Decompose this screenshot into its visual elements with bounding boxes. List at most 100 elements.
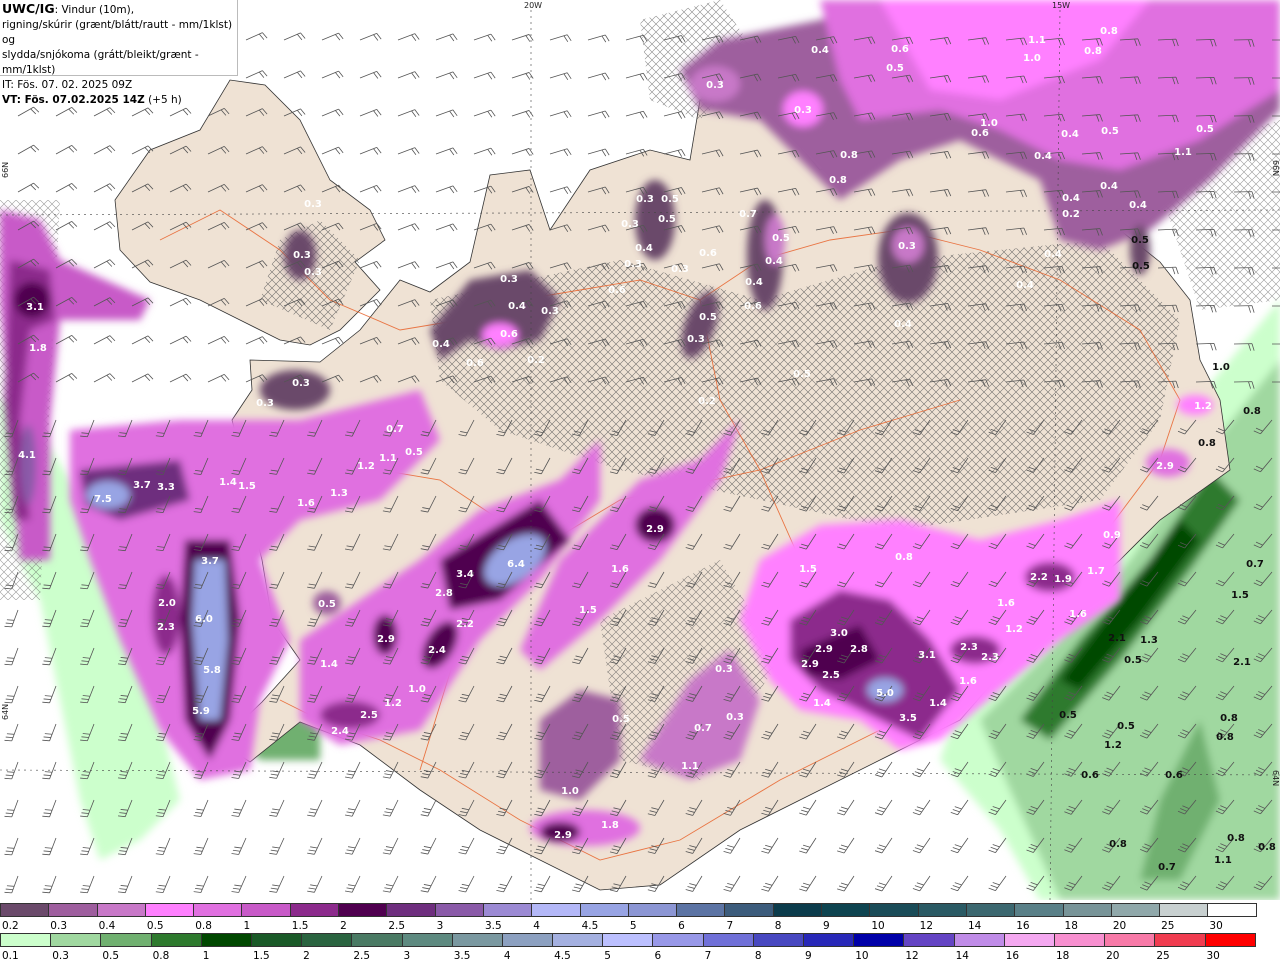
legend-label: 6 [678,920,685,932]
legend-label: 2.5 [388,920,406,932]
legend-label: 3.5 [453,950,471,962]
init-time: IT: Fös. 07. 02. 2025 09Z [2,79,133,91]
precip-value-label: 1.6 [611,564,629,575]
legend-swatch: 5 [602,933,654,962]
lat-label-66n-left: 66N [1,162,10,178]
legend-label: 0.8 [195,920,212,932]
precip-value-label: 0.4 [745,277,763,288]
precip-value-label: 1.0 [1023,53,1041,64]
legend-snow-row: 0.2 0.3 0.4 0.5 0.8 1 1.5 2 2.5 3 3.5 4 4.5 5 6 7 8 9 10 12… [0,903,1280,932]
legend-label: 5 [604,950,611,962]
legend-swatch: 3.5 [451,933,503,962]
precip-value-label: 0.3 [256,398,274,409]
precip-value-label: 3.1 [918,650,936,661]
precip-value-label: 0.3 [636,194,654,205]
precip-value-label: 0.8 [840,150,858,161]
precip-value-label: 0.4 [1061,129,1079,140]
precip-value-label: 7.5 [94,494,112,505]
precip-value-label: 2.9 [801,659,819,670]
precip-value-label: 0.3 [671,264,689,275]
legend-swatch: 4.5 [579,903,629,932]
legend-swatch: 0.5 [100,933,152,962]
precip-value-label: 1.2 [1104,740,1122,751]
legend-label: 8 [774,920,782,932]
precip-value-label: 2.9 [554,830,572,841]
legend-label: 3.5 [484,920,502,932]
valid-offset: (+5 h) [144,94,182,106]
legend-label: 12 [905,950,919,962]
precip-value-label: 0.3 [726,712,744,723]
precip-value-label: 0.3 [621,219,639,230]
valid-time: VT: Fös. 07.02.2025 14Z [2,94,145,106]
legend-label: 16 [1016,920,1030,932]
legend-swatch: 1 [241,903,291,932]
legend-swatch: 1.5 [289,903,340,932]
precip-value-label: 0.6 [891,44,909,55]
legend-swatch: 30 [1204,933,1256,962]
legend-swatch: 1.5 [250,933,303,962]
legend-swatch: 4 [501,933,554,962]
legend-label: 16 [1005,950,1020,962]
precip-value-label: 0.4 [1100,181,1118,192]
precip-value-label: 0.5 [1117,721,1135,732]
precip-value-label: 0.6 [744,301,762,312]
precip-value-label: 0.8 [1109,839,1127,850]
lon-label-20w: 20W [524,1,542,10]
precip-value-label: 0.6 [971,128,989,139]
legend-swatch: 2.5 [386,903,436,932]
precip-value-label: 1.4 [219,477,237,488]
map-title-box: UWC/IG: Vindur (10m), rigning/skúrir (gr… [0,0,238,106]
legend-swatch: 3 [434,903,484,932]
precip-value-label: 0.5 [318,599,336,610]
legend-label: 0.3 [50,920,67,932]
precip-value-label: 3.4 [456,569,474,580]
precip-value-label: 0.8 [1084,46,1102,57]
precip-value-label: 0.5 [661,194,679,205]
legend-label: 12 [919,920,934,932]
lat-label-64n-left: 64N [1,704,10,720]
precip-value-label: 0.3 [794,105,812,116]
precip-value-label: 0.5 [793,369,811,380]
legend-label: 0.3 [52,950,69,962]
lon-label-15w: 15W [1052,1,1070,10]
precip-value-label: 1.8 [601,820,619,831]
precip-value-label: 0.8 [1227,833,1245,844]
precip-value-label: 0.8 [1198,438,1216,449]
precip-value-label: 0.4 [1044,249,1062,260]
precip-value-label: 1.1 [379,453,397,464]
precip-value-label: 2.3 [960,642,978,653]
legend-label: 4.5 [554,950,571,962]
precip-value-label: 0.4 [432,339,450,350]
precip-value-label: 0.4 [1016,280,1034,291]
precip-value-label: 1.3 [1140,635,1158,646]
legend-label: 3 [436,920,444,932]
legend-swatch: 0.5 [144,903,195,932]
legend-label: 1.5 [252,950,270,962]
precip-value-label: 2.2 [1030,572,1048,583]
precip-value-label: 0.5 [1196,124,1214,135]
legend-swatch: 8 [772,903,823,932]
precip-value-label: 0.4 [1062,193,1080,204]
title-line1: : Vindur (10m), [54,4,135,16]
precip-value-label: 0.3 [715,664,733,675]
precip-value-label: 0.4 [1129,200,1147,211]
precip-value-label: 2.9 [646,524,664,535]
legend-label: 4 [503,950,511,962]
precip-value-label: 0.6 [608,285,626,296]
precip-value-label: 1.2 [1005,624,1023,635]
precip-value-label: 2.5 [822,670,840,681]
precip-value-label: 3.0 [830,628,848,639]
legend-label: 25 [1161,920,1175,932]
legend-label: 0.8 [152,950,170,962]
legend-label: 0.5 [102,950,120,962]
legend-label: 3 [403,950,411,962]
legend-swatch: 4.5 [552,933,604,962]
precip-value-label: 0.4 [1034,151,1052,162]
legend-label: 7 [726,920,734,932]
precip-value-label: 0.3 [541,306,559,317]
precip-value-label: 1.8 [29,343,47,354]
precip-value-label: 0.3 [624,259,642,270]
precip-value-label: 2.8 [850,644,868,655]
precip-value-label: 2.9 [1156,461,1174,472]
lat-label-64n-right: 64N [1271,770,1280,786]
